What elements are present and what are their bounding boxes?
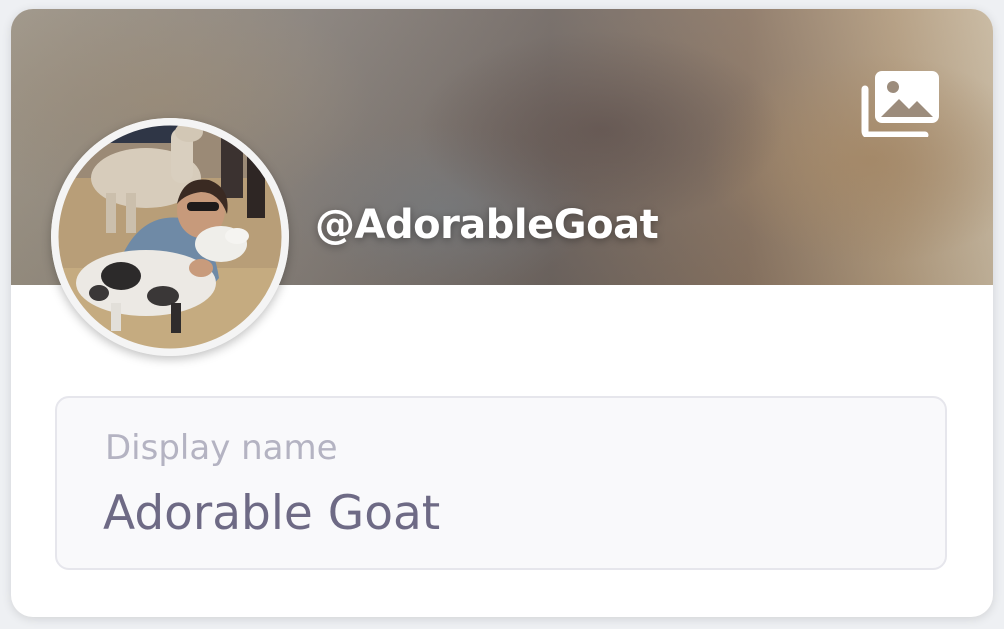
avatar-photo — [51, 118, 289, 356]
avatar[interactable] — [51, 118, 289, 356]
display-name-input[interactable] — [103, 486, 883, 541]
profile-card: @AdorableGoat Display name — [11, 9, 993, 617]
display-name-field[interactable]: Display name — [55, 396, 947, 570]
username-handle: @AdorableGoat — [315, 202, 659, 248]
display-name-label: Display name — [105, 428, 338, 468]
image-gallery-icon — [861, 71, 939, 139]
change-cover-button[interactable] — [859, 65, 945, 139]
